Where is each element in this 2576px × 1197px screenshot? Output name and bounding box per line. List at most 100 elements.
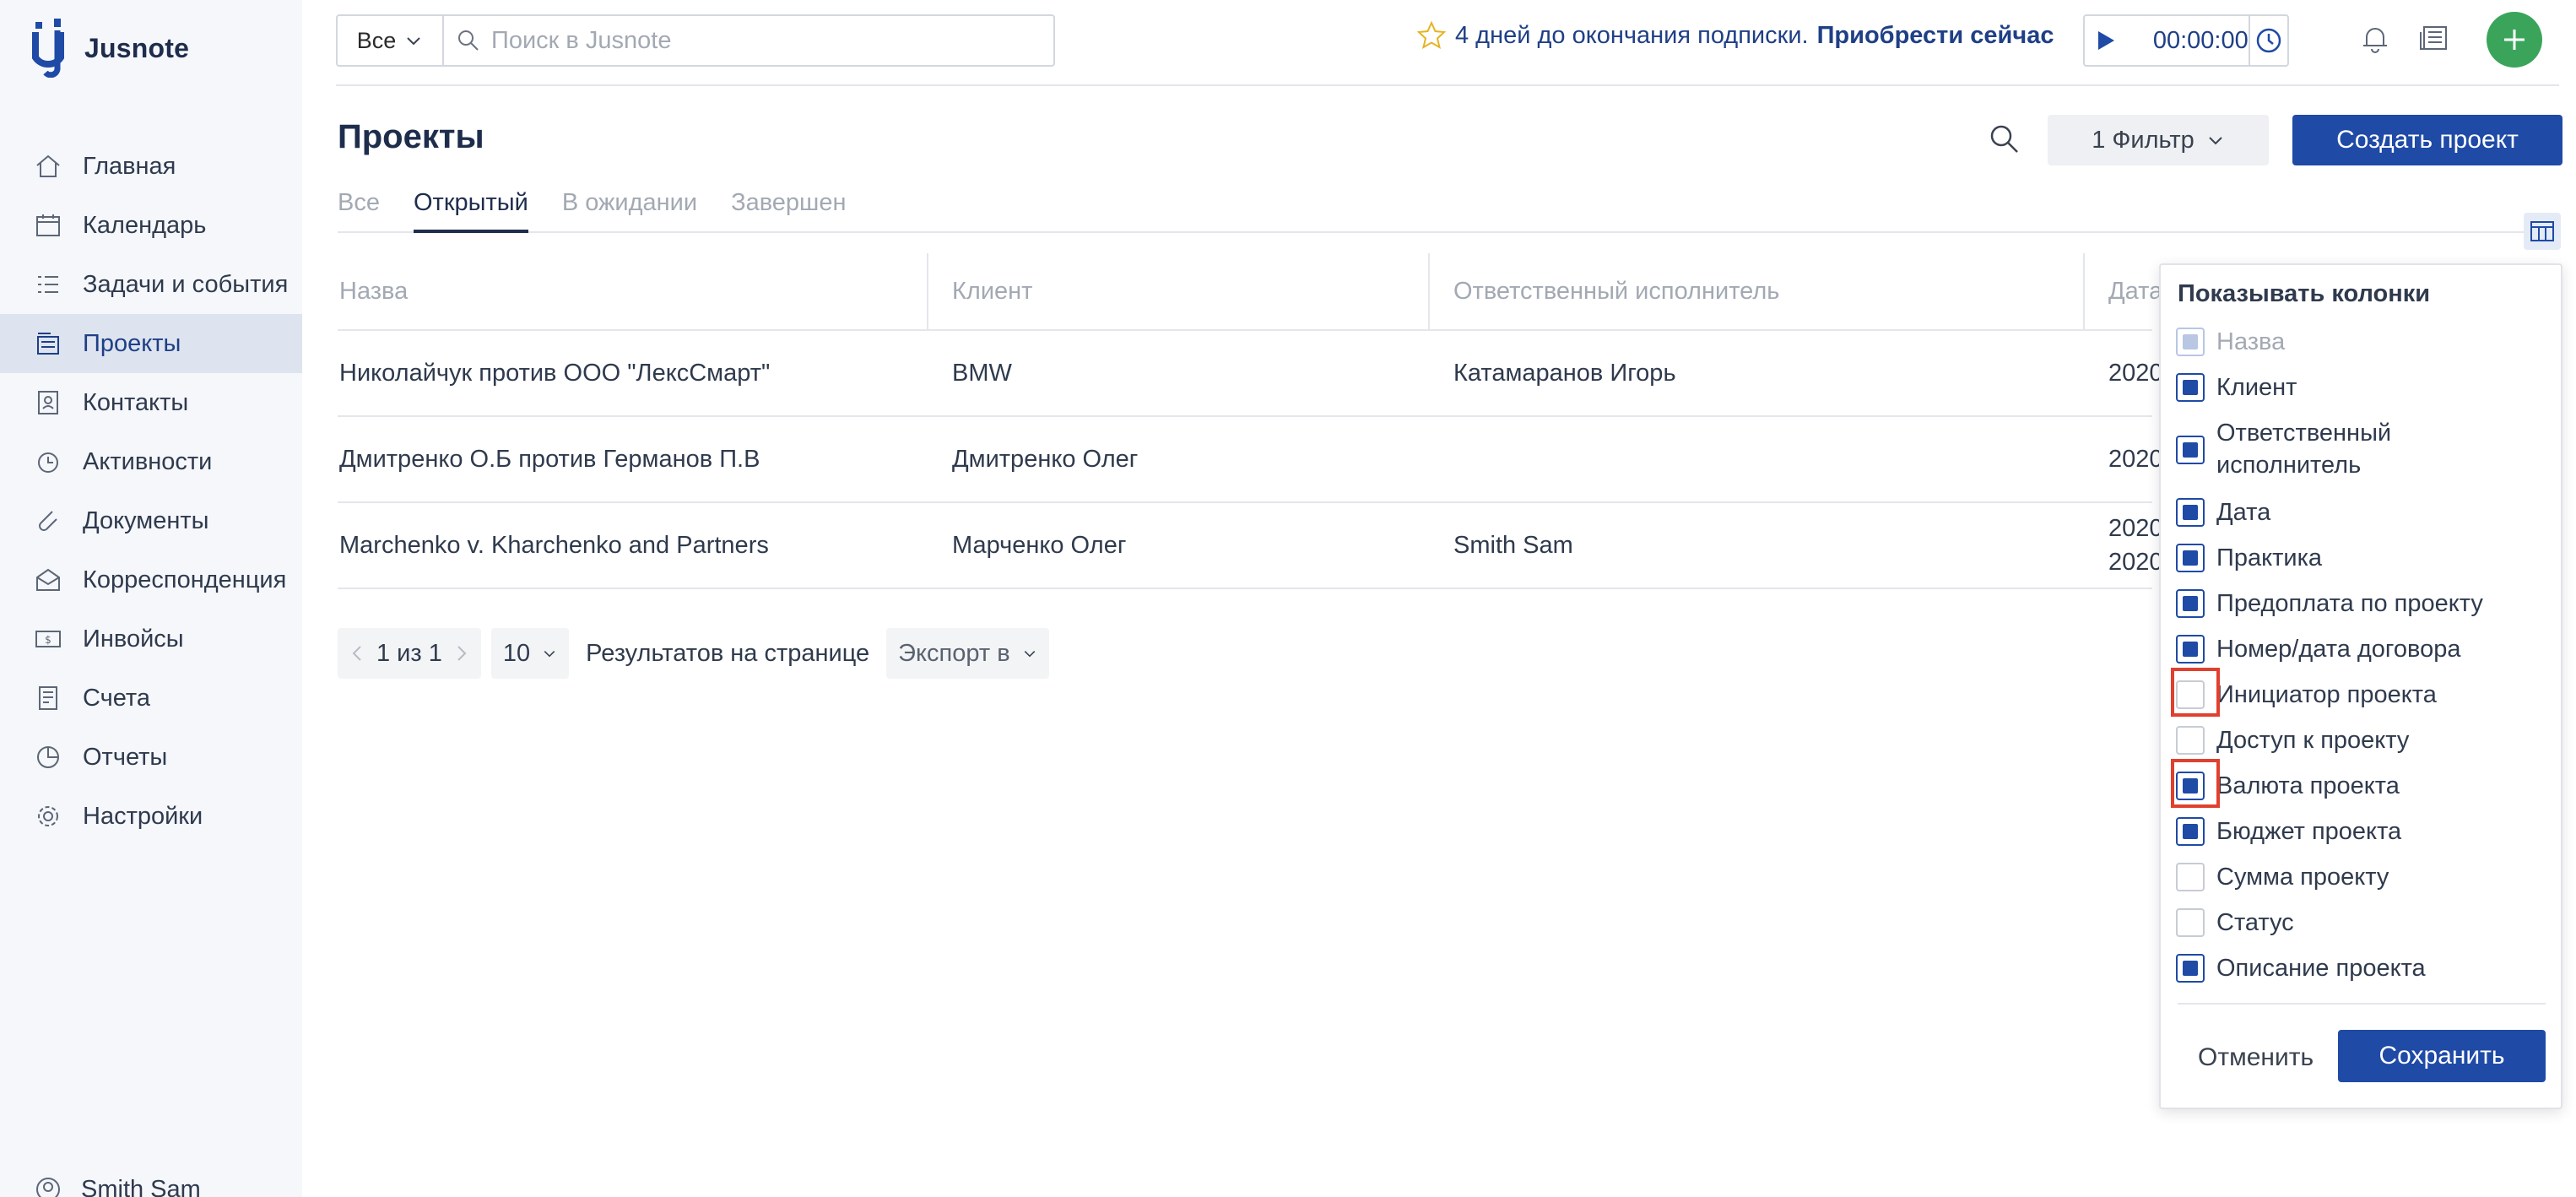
page-range: 1 из 1 bbox=[376, 639, 442, 667]
search-scope-select[interactable]: Все bbox=[338, 16, 444, 65]
user-name: Smith Sam bbox=[81, 1175, 201, 1197]
chevron-right-icon[interactable] bbox=[454, 644, 469, 663]
invoices-icon: $ bbox=[35, 631, 61, 647]
table-row[interactable]: Николайчук против ООО "ЛексСмарт" BMW Ка… bbox=[338, 331, 2163, 417]
tab-completed[interactable]: Завершен bbox=[731, 181, 846, 233]
column-option-date[interactable]: Дата bbox=[2176, 496, 2270, 528]
option-label: Инициатор проекта bbox=[2216, 681, 2437, 708]
logo[interactable]: Jusnote bbox=[32, 19, 189, 78]
tab-all[interactable]: Все bbox=[338, 181, 380, 233]
time-tracker: 00:00:00 bbox=[2083, 14, 2289, 67]
search-icon bbox=[458, 30, 479, 51]
checkbox[interactable] bbox=[2176, 817, 2205, 846]
column-option-status[interactable]: Статус bbox=[2176, 907, 2294, 939]
sidebar-item-label: Проекты bbox=[83, 329, 181, 357]
sidebar-item-settings[interactable]: Настройки bbox=[0, 787, 302, 846]
column-option-contract[interactable]: Номер/дата договора bbox=[2176, 633, 2460, 665]
save-button[interactable]: Сохранить bbox=[2338, 1030, 2546, 1082]
checkbox[interactable] bbox=[2176, 373, 2205, 402]
page-size-value: 10 bbox=[502, 639, 531, 667]
sidebar-item-documents[interactable]: Документы bbox=[0, 491, 302, 550]
activity-icon bbox=[38, 452, 58, 473]
jusnote-logo-icon bbox=[32, 19, 64, 78]
column-option-client[interactable]: Клиент bbox=[2176, 371, 2297, 404]
option-label: Сумма проекту bbox=[2216, 864, 2389, 891]
news-icon[interactable] bbox=[2417, 22, 2451, 56]
bell-icon[interactable] bbox=[2358, 22, 2392, 56]
page-size-select[interactable]: 10 bbox=[490, 628, 570, 679]
checkbox[interactable] bbox=[2176, 954, 2205, 983]
create-project-button[interactable]: Создать проект bbox=[2292, 115, 2562, 165]
search-scope-label: Все bbox=[356, 27, 397, 53]
sidebar-item-calendar[interactable]: Календарь bbox=[0, 196, 302, 255]
buy-now-link[interactable]: Приобрести сейчас bbox=[1817, 22, 2054, 50]
sidebar-item-correspondence[interactable]: Корреспонденция bbox=[0, 550, 302, 609]
projects-table: Назва Клиент Ответственный исполнитель Д… bbox=[338, 253, 2163, 589]
calendar-icon bbox=[36, 214, 60, 236]
columns-icon bbox=[2530, 221, 2554, 241]
sidebar-item-label: Отчеты bbox=[83, 743, 168, 771]
export-select[interactable]: Экспорт в bbox=[886, 628, 1049, 679]
filter-button[interactable]: 1 Фильтр bbox=[2048, 115, 2269, 165]
table-row[interactable]: Дмитренко О.Б против Германов П.В Дмитре… bbox=[338, 417, 2163, 503]
sidebar-item-label: Настройки bbox=[83, 802, 203, 830]
column-header-name[interactable]: Назва bbox=[338, 253, 927, 329]
tab-open[interactable]: Открытый bbox=[413, 181, 528, 233]
timer-play-button[interactable] bbox=[2085, 16, 2128, 65]
tab-pending[interactable]: В ожидании bbox=[562, 181, 697, 233]
cell-responsible: Smith Sam bbox=[1453, 531, 1573, 559]
column-option-prepayment[interactable]: Предоплата по проекту bbox=[2176, 588, 2483, 620]
checkbox[interactable] bbox=[2176, 436, 2205, 464]
column-option-access[interactable]: Доступ к проекту bbox=[2176, 724, 2409, 756]
quick-add-button[interactable] bbox=[2487, 12, 2542, 68]
option-label: Назва bbox=[2216, 328, 2286, 355]
sidebar-item-reports[interactable]: Отчеты bbox=[0, 728, 302, 787]
table-row[interactable]: Marchenko v. Kharchenko and Partners Мар… bbox=[338, 503, 2163, 589]
column-header-responsible[interactable]: Ответственный исполнитель bbox=[1428, 253, 2083, 329]
star-icon bbox=[1416, 20, 1447, 50]
column-option-description[interactable]: Описание проекта bbox=[2176, 952, 2426, 984]
cell-name[interactable]: Marchenko v. Kharchenko and Partners bbox=[338, 532, 927, 560]
column-option-practice[interactable]: Практика bbox=[2176, 542, 2322, 574]
sidebar-item-activity[interactable]: Активности bbox=[0, 432, 302, 491]
checkbox[interactable] bbox=[2176, 908, 2205, 937]
sidebar-item-accounts[interactable]: Счета bbox=[0, 669, 302, 728]
option-label: Описание проекта bbox=[2216, 955, 2426, 982]
sidebar-item-label: Инвойсы bbox=[83, 625, 184, 653]
sidebar-item-home[interactable]: Главная bbox=[0, 137, 302, 196]
option-label: Валюта проекта bbox=[2216, 772, 2400, 799]
sidebar-item-projects[interactable]: Проекты bbox=[0, 314, 302, 373]
cell-name[interactable]: Николайчук против ООО "ЛексСмарт" bbox=[338, 360, 927, 387]
chevron-down-icon bbox=[2209, 137, 2222, 145]
table-search-icon[interactable] bbox=[1987, 122, 2021, 155]
play-icon bbox=[2098, 31, 2115, 50]
checkbox[interactable] bbox=[2176, 635, 2205, 663]
column-header-date[interactable]: Дата bbox=[2083, 253, 2162, 329]
chevron-left-icon[interactable] bbox=[349, 644, 365, 663]
sidebar-nav: Главная Календарь Задачи и события Проек… bbox=[0, 137, 302, 846]
cell-date-line: 2020 bbox=[2108, 549, 2163, 576]
cell-name[interactable]: Дмитренко О.Б против Германов П.В bbox=[338, 446, 927, 474]
checkbox[interactable] bbox=[2176, 589, 2205, 618]
timer-history-button[interactable] bbox=[2248, 16, 2287, 65]
checkbox[interactable] bbox=[2176, 544, 2205, 572]
checkbox[interactable] bbox=[2176, 498, 2205, 527]
column-option-budget[interactable]: Бюджет проекта bbox=[2176, 815, 2401, 848]
pagination: 1 из 1 10 Результатов на странице Экспор… bbox=[338, 628, 1049, 679]
column-settings-button[interactable] bbox=[2524, 213, 2561, 250]
option-label: Предоплата по проекту bbox=[2216, 590, 2483, 617]
export-label: Экспорт в bbox=[898, 639, 1010, 667]
column-option-amount[interactable]: Сумма проекту bbox=[2176, 861, 2389, 893]
divider bbox=[2178, 1003, 2546, 1005]
documents-icon bbox=[39, 511, 57, 531]
cancel-button[interactable]: Отменить bbox=[2198, 1043, 2314, 1072]
sidebar-item-contacts[interactable]: Контакты bbox=[0, 373, 302, 432]
column-option-responsible[interactable]: Ответственный исполнитель bbox=[2176, 417, 2427, 481]
search-input[interactable] bbox=[491, 26, 1031, 55]
sidebar-item-invoices[interactable]: $ Инвойсы bbox=[0, 609, 302, 669]
checkbox[interactable] bbox=[2176, 863, 2205, 891]
checkbox[interactable] bbox=[2176, 726, 2205, 755]
user-menu[interactable]: Smith Sam bbox=[34, 1175, 201, 1197]
sidebar-item-tasks[interactable]: Задачи и события bbox=[0, 255, 302, 314]
column-header-client[interactable]: Клиент bbox=[927, 253, 1428, 329]
